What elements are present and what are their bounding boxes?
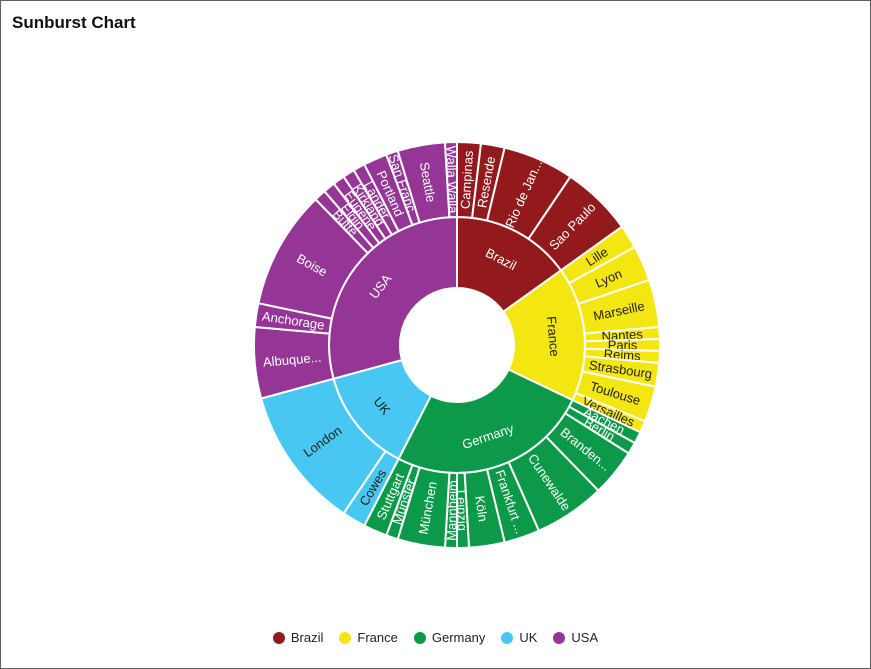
legend-label-usa: USA	[571, 630, 599, 645]
legend-swatch-usa	[553, 631, 566, 644]
legend-item-germany[interactable]: Germany	[413, 630, 486, 645]
legend-item-uk[interactable]: UK	[501, 630, 537, 645]
legend-label-brazil: Brazil	[290, 630, 324, 645]
legend-item-usa[interactable]: USA	[553, 630, 598, 645]
legend-swatch-uk	[501, 631, 514, 644]
chart-legend: Brazil France Germany UK USA	[0, 630, 871, 645]
legend-item-brazil[interactable]: Brazil	[272, 630, 324, 645]
legend-label-france: France	[357, 630, 398, 645]
legend-swatch-brazil	[272, 631, 285, 644]
legend-swatch-germany	[413, 631, 426, 644]
legend-label-germany: Germany	[431, 630, 486, 645]
sunburst-chart: CampinasResende Rio de Jan... Sao PauloBra…	[253, 140, 662, 550]
legend-item-france[interactable]: France	[339, 630, 398, 645]
legend-label-uk: UK	[519, 630, 538, 645]
legend-swatch-france	[339, 631, 352, 644]
